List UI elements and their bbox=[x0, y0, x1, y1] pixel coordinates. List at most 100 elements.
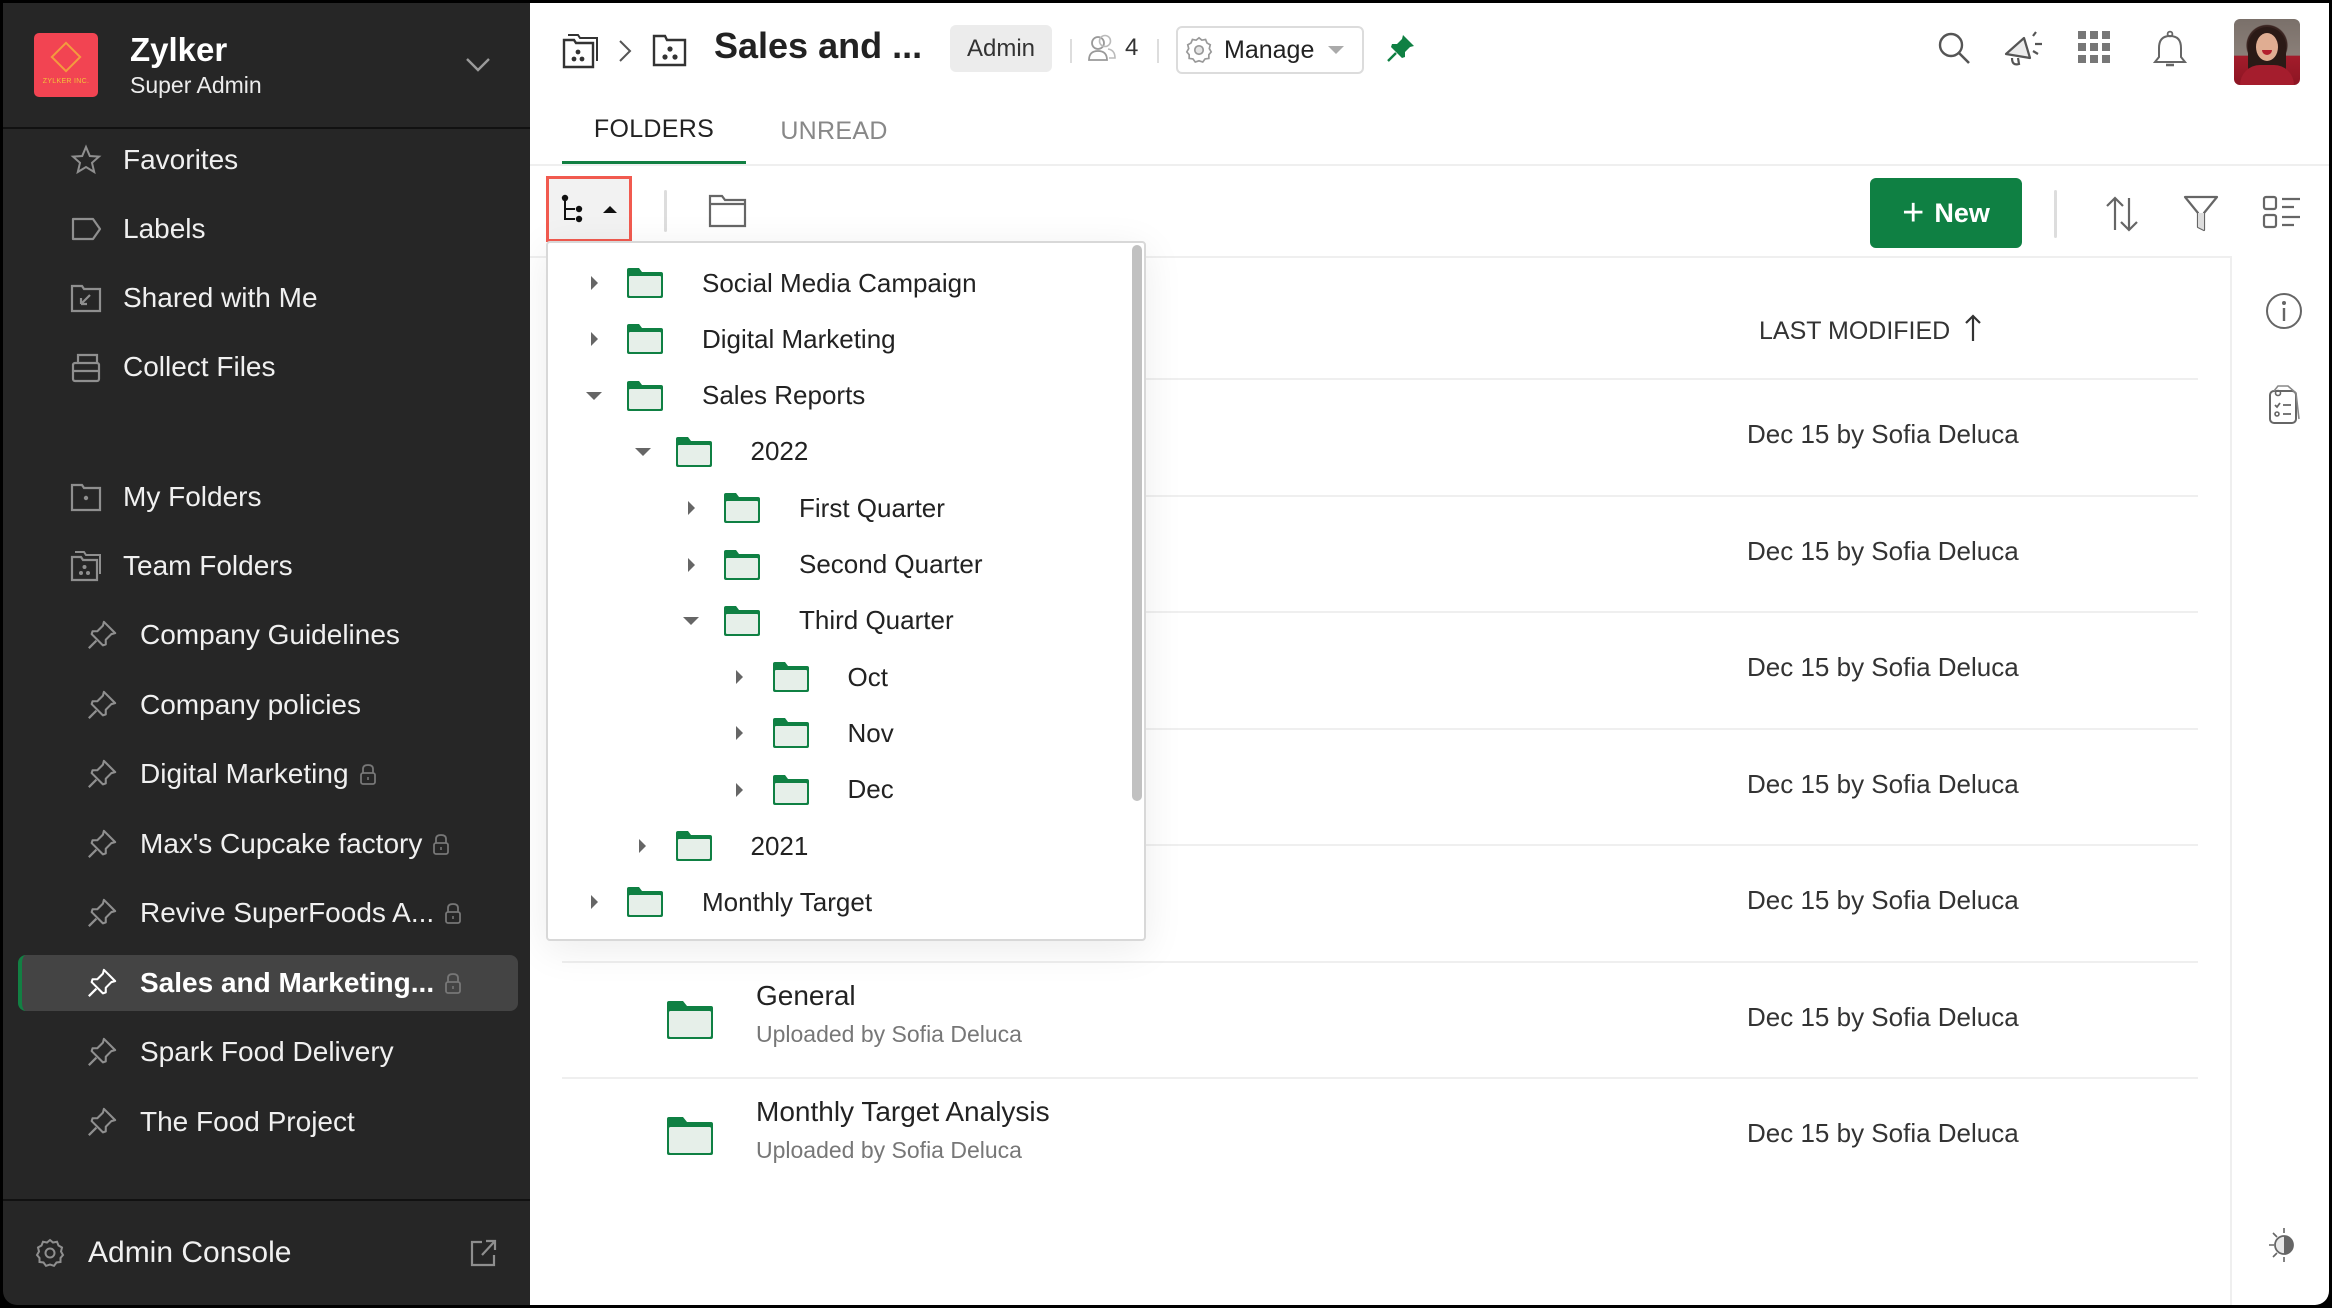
tree-node[interactable]: Sales Reports bbox=[582, 376, 865, 416]
sidebar-item-team-folder[interactable]: Company Guidelines bbox=[3, 607, 530, 663]
sidebar-item-collect-files[interactable]: Collect Files bbox=[3, 339, 530, 395]
info-icon[interactable] bbox=[2264, 291, 2304, 331]
sidebar-item-team-folder[interactable]: Max's Cupcake factory bbox=[3, 816, 530, 872]
folder-icon bbox=[772, 661, 810, 693]
lock-icon bbox=[444, 902, 462, 924]
new-button[interactable]: + New bbox=[1870, 178, 2022, 248]
sidebar-item-team-folder[interactable]: The Food Project bbox=[3, 1094, 530, 1150]
collect-files-icon bbox=[69, 350, 103, 384]
sidebar: ZYLKER INC. Zylker Super Admin Favorites… bbox=[3, 3, 530, 1305]
tree-node-label: 2021 bbox=[750, 830, 809, 861]
expand-right-icon[interactable] bbox=[582, 895, 606, 910]
expand-right-icon[interactable] bbox=[679, 557, 703, 572]
tree-node[interactable]: First Quarter bbox=[679, 488, 945, 528]
expand-right-icon[interactable] bbox=[631, 839, 655, 853]
tree-node[interactable]: Monthly Target bbox=[582, 882, 872, 922]
main-content: Sales and ... Admin 4 Manage FOLDERS UNR… bbox=[530, 3, 2329, 1305]
sidebar-item-label: Sales and Marketing... bbox=[140, 966, 435, 998]
tree-node[interactable]: 2021 bbox=[631, 826, 809, 866]
pinned-icon[interactable] bbox=[1386, 33, 1416, 68]
sidebar-item-label: Labels bbox=[123, 213, 206, 244]
sidebar-item-labels[interactable]: Labels bbox=[3, 201, 530, 257]
tree-node-label: Oct bbox=[847, 661, 888, 692]
notification-bell-icon[interactable] bbox=[2152, 30, 2188, 70]
sort-icon[interactable] bbox=[2104, 194, 2140, 234]
tree-node[interactable]: Dec bbox=[728, 770, 894, 810]
sidebar-item-my-folders[interactable]: My Folders bbox=[3, 469, 530, 525]
right-rail-divider bbox=[2230, 256, 2232, 1305]
filter-icon[interactable] bbox=[2183, 194, 2219, 234]
user-avatar[interactable] bbox=[2234, 19, 2300, 85]
expand-down-icon[interactable] bbox=[679, 616, 703, 625]
expand-right-icon[interactable] bbox=[582, 276, 606, 290]
expand-right-icon[interactable] bbox=[728, 726, 752, 741]
row-name[interactable]: General bbox=[756, 980, 856, 1012]
sidebar-item-label: Max's Cupcake factory bbox=[140, 827, 423, 859]
theme-toggle-icon[interactable] bbox=[2264, 1225, 2304, 1265]
sidebar-item-favorites[interactable]: Favorites bbox=[3, 132, 530, 188]
chevron-down-icon[interactable] bbox=[458, 45, 498, 85]
table-row[interactable]: Dec 15 by Sofia Deluca Monthly Target Ana… bbox=[562, 1078, 2198, 1195]
expand-down-icon[interactable] bbox=[631, 447, 655, 456]
apps-grid-icon[interactable] bbox=[2077, 30, 2111, 64]
my-folders-icon bbox=[69, 480, 103, 514]
pin-icon bbox=[86, 966, 118, 1000]
expand-down-icon[interactable] bbox=[582, 391, 606, 400]
expand-right-icon[interactable] bbox=[679, 501, 703, 516]
view-options-icon[interactable] bbox=[2262, 194, 2302, 230]
tree-scrollbar[interactable] bbox=[1132, 245, 1142, 801]
folder-icon bbox=[665, 999, 715, 1046]
sidebar-item-shared-with-me[interactable]: Shared with Me bbox=[3, 270, 530, 326]
tree-node[interactable]: Third Quarter bbox=[679, 601, 954, 641]
sidebar-item-team-folder[interactable]: Sales and Marketing... bbox=[18, 954, 518, 1011]
folder-icon bbox=[626, 267, 664, 299]
sidebar-item-team-folder[interactable]: Spark Food Delivery bbox=[3, 1024, 530, 1080]
tab-unread[interactable]: UNREAD bbox=[746, 98, 922, 165]
table-row[interactable]: Dec 15 by Sofia Deluca General Uploaded by… bbox=[562, 962, 2198, 1079]
expand-right-icon[interactable] bbox=[582, 332, 606, 347]
manage-dropdown[interactable]: Manage bbox=[1176, 26, 1364, 74]
logo-text: ZYLKER INC. bbox=[42, 77, 90, 85]
sidebar-item-team-folder[interactable]: Digital Marketing bbox=[3, 746, 530, 802]
org-logo: ZYLKER INC. bbox=[34, 33, 98, 97]
tree-node[interactable]: Social Media Campaign bbox=[582, 263, 977, 303]
folder-icon bbox=[723, 605, 761, 637]
gear-icon bbox=[1184, 35, 1214, 65]
pin-icon bbox=[86, 1035, 118, 1069]
row-modified: Dec 15 by Sofia Deluca bbox=[1747, 1001, 2019, 1032]
tree-node[interactable]: 2022 bbox=[631, 432, 808, 472]
admin-console-link[interactable]: Admin Console bbox=[3, 1199, 530, 1305]
tab-folders[interactable]: FOLDERS bbox=[562, 98, 746, 165]
folder-icon[interactable] bbox=[708, 194, 748, 233]
announcement-icon[interactable] bbox=[2002, 30, 2046, 70]
role-badge: Admin bbox=[950, 25, 1053, 72]
tree-node[interactable]: Nov bbox=[728, 713, 894, 753]
sort-ascending-icon bbox=[1964, 313, 1982, 350]
team-folders-breadcrumb-icon[interactable] bbox=[562, 33, 600, 69]
tree-node-label: Dec bbox=[847, 774, 894, 805]
tree-node[interactable]: Oct bbox=[728, 657, 888, 697]
expand-right-icon[interactable] bbox=[728, 782, 752, 797]
sidebar-item-team-folders[interactable]: Team Folders bbox=[3, 538, 530, 594]
search-icon[interactable] bbox=[1936, 30, 1972, 66]
row-name[interactable]: Monthly Target Analysis bbox=[756, 1096, 1050, 1128]
team-folders-icon bbox=[69, 549, 103, 583]
folder-tree-dropdown: Social Media Campaign Digital Marketing Sa… bbox=[546, 241, 1146, 941]
column-header-last-modified[interactable]: LAST MODIFIED bbox=[1759, 313, 1982, 350]
tree-node[interactable]: Second Quarter bbox=[679, 545, 983, 585]
folder-tree-toggle-button[interactable] bbox=[546, 176, 632, 242]
tab-bar: FOLDERS UNREAD bbox=[562, 98, 922, 165]
sidebar-item-team-folder[interactable]: Revive SuperFoods A... bbox=[3, 885, 530, 941]
row-modified: Dec 15 by Sofia Deluca bbox=[1747, 652, 2019, 682]
org-switcher[interactable]: ZYLKER INC. Zylker Super Admin bbox=[3, 3, 530, 129]
external-link-icon[interactable] bbox=[468, 1238, 498, 1268]
row-modified: Dec 15 by Sofia Deluca bbox=[1747, 1118, 2019, 1148]
admin-console-label: Admin Console bbox=[88, 1236, 292, 1269]
expand-right-icon[interactable] bbox=[728, 670, 752, 685]
members-button[interactable]: 4 bbox=[1087, 33, 1138, 63]
sidebar-item-label: Spark Food Delivery bbox=[140, 1036, 394, 1067]
folder-icon bbox=[772, 717, 810, 749]
sidebar-item-team-folder[interactable]: Company policies bbox=[3, 677, 530, 733]
labels-checklist-icon[interactable] bbox=[2264, 383, 2304, 425]
tree-node[interactable]: Digital Marketing bbox=[582, 319, 896, 359]
